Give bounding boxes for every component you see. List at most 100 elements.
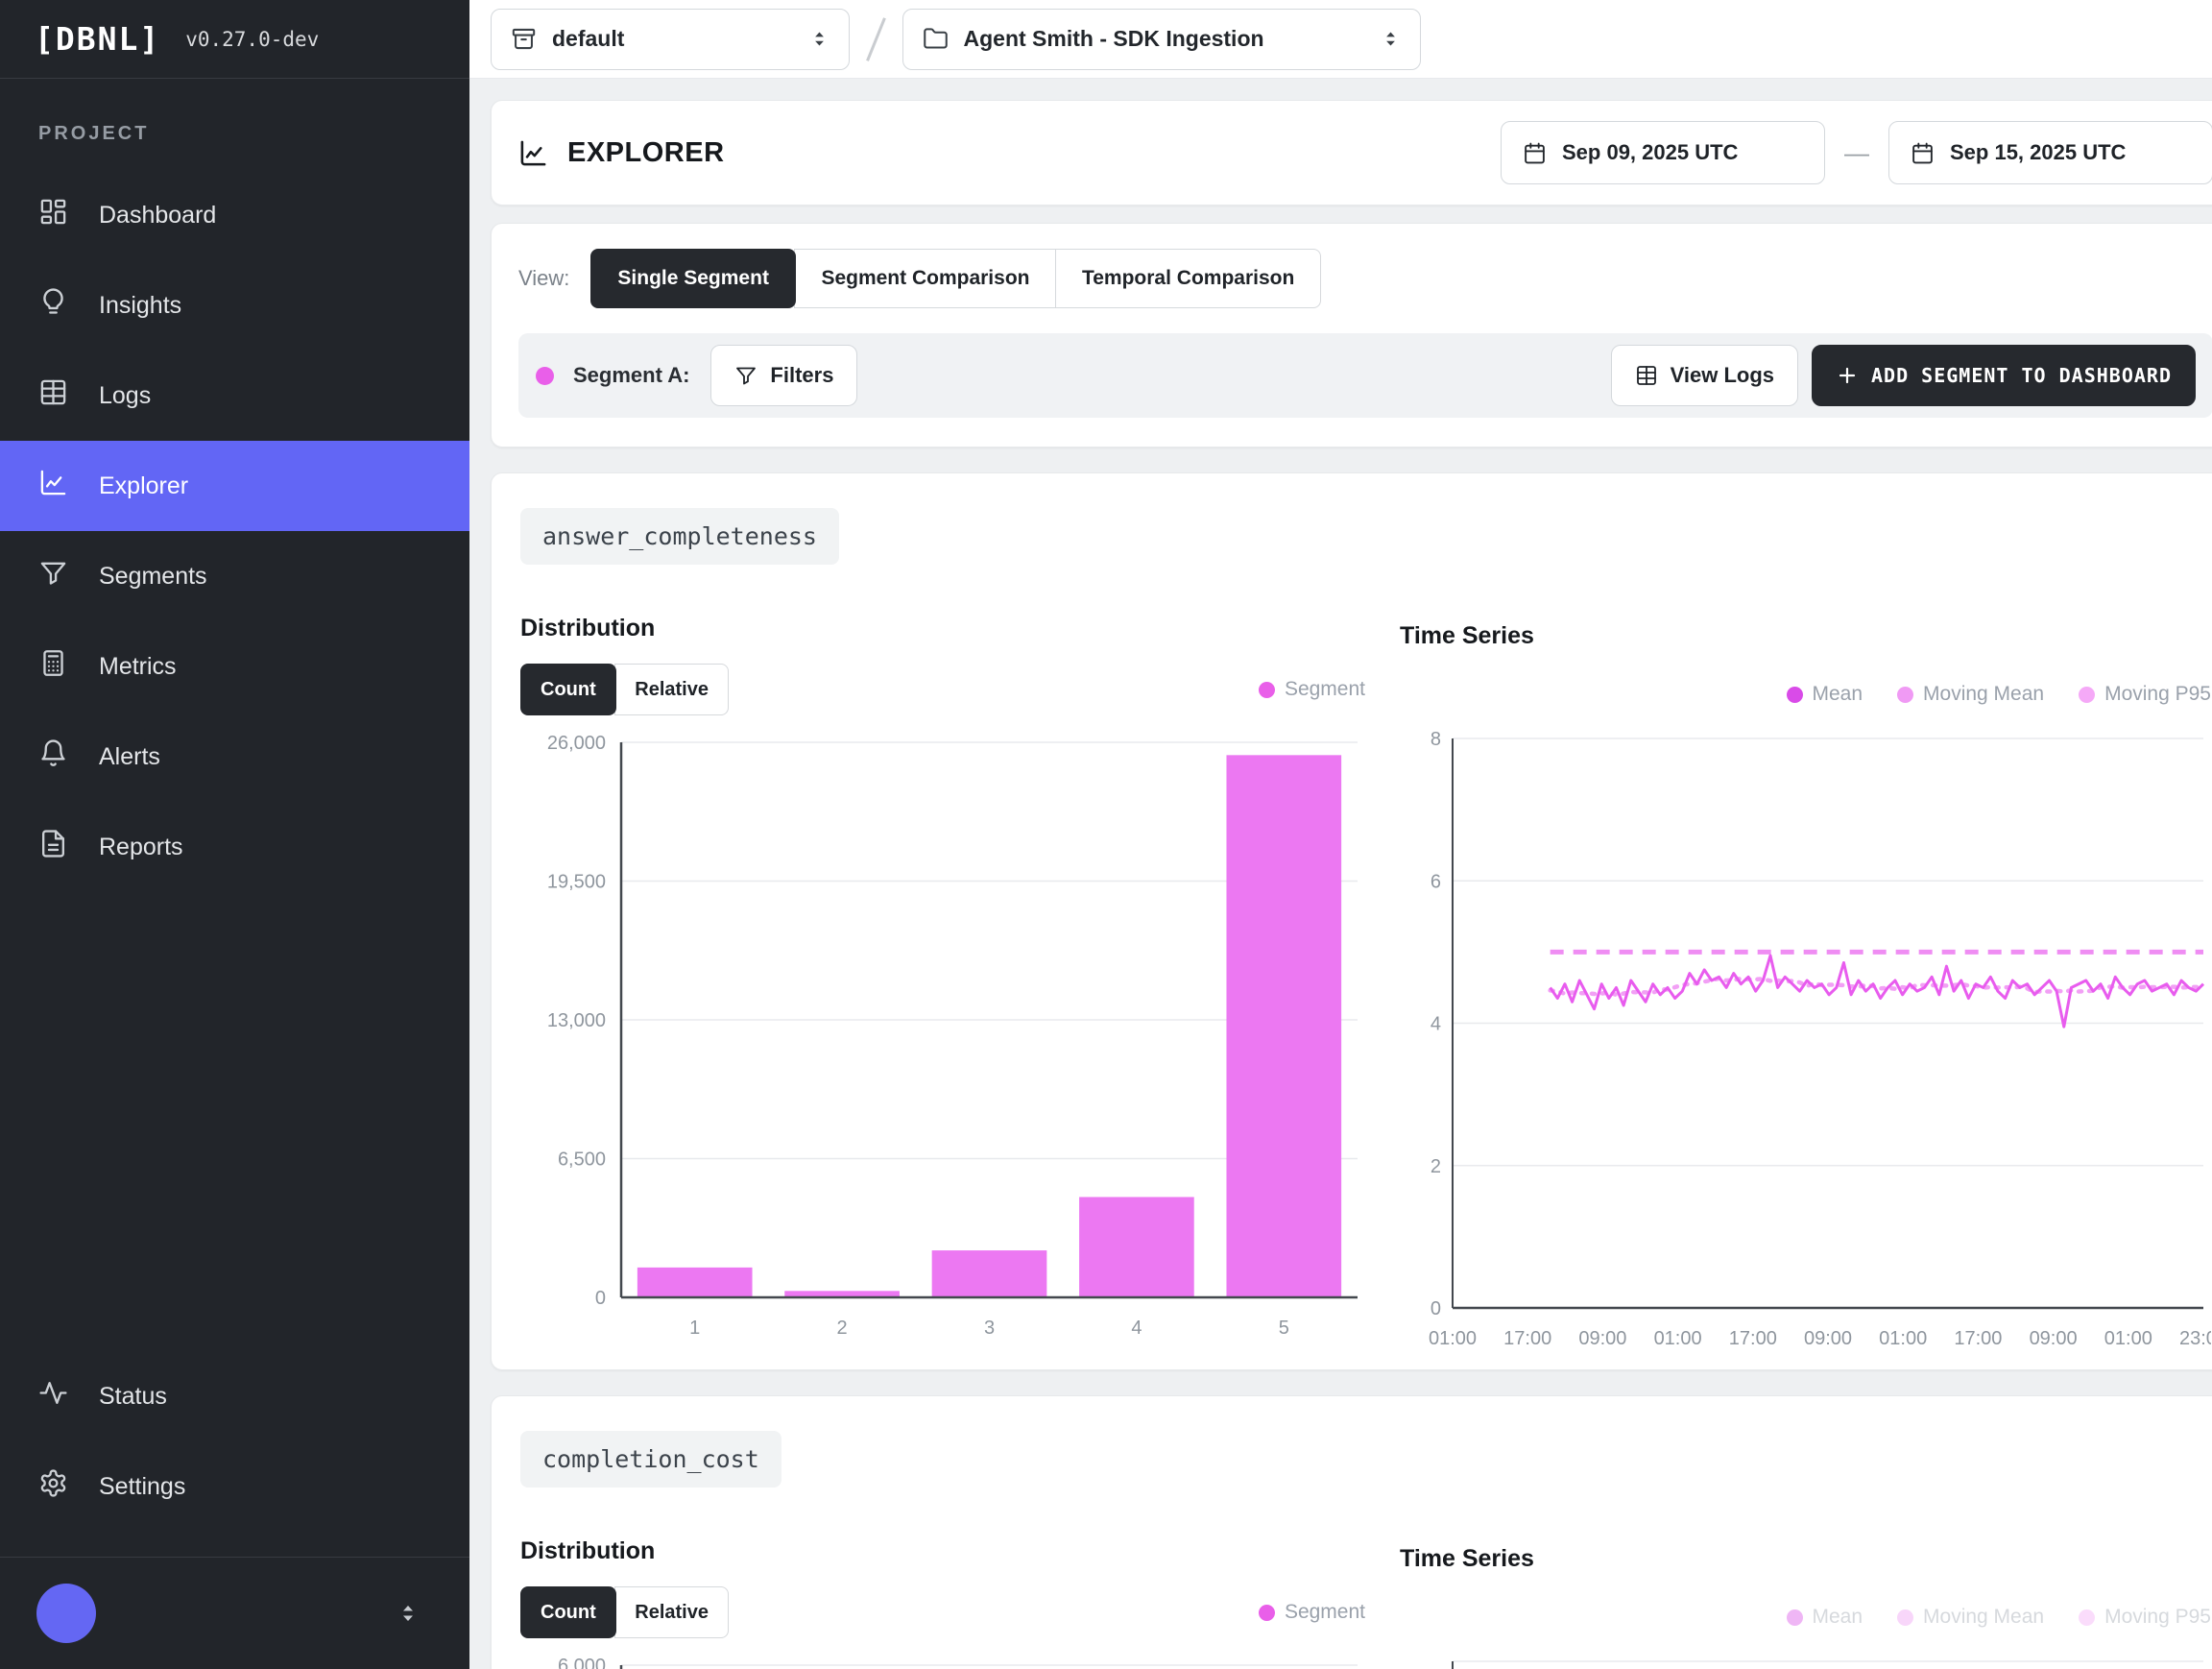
dbnl-logo: [DBNL] — [35, 20, 160, 58]
sidebar-footer: Status Settings — [0, 1351, 469, 1669]
svg-text:17:00: 17:00 — [1503, 1328, 1551, 1349]
time-series-column: Time Series Mean Moving Mean Moving P95 … — [1388, 615, 2211, 1356]
legend-moving-p95[interactable]: Moving P95 — [2079, 1606, 2211, 1629]
sidebar-item-dashboard[interactable]: Dashboard — [0, 170, 469, 260]
view-logs-button-label: View Logs — [1671, 363, 1774, 388]
calendar-icon — [1911, 141, 1935, 165]
funnel-icon — [38, 558, 68, 594]
view-tab-group: Single Segment Segment Comparison Tempor… — [590, 249, 1321, 308]
funnel-icon — [734, 364, 757, 387]
run-select[interactable]: Agent Smith - SDK Ingestion — [902, 9, 1421, 70]
sidebar-item-logs[interactable]: Logs — [0, 351, 469, 441]
segment-legend-dot — [1259, 682, 1275, 698]
svg-text:19,500: 19,500 — [547, 872, 606, 893]
header-title: EXPLORER — [518, 137, 725, 169]
svg-text:6,000: 6,000 — [558, 1656, 606, 1669]
version-label: v0.27.0-dev — [185, 28, 319, 51]
segment-legend[interactable]: Segment — [1259, 1601, 1365, 1624]
svg-text:01:00: 01:00 — [2104, 1328, 2152, 1349]
svg-text:4: 4 — [1131, 1318, 1142, 1339]
view-logs-button[interactable]: View Logs — [1611, 345, 1798, 406]
user-row[interactable] — [0, 1558, 469, 1669]
svg-text:17:00: 17:00 — [1729, 1328, 1777, 1349]
svg-text:3: 3 — [984, 1318, 995, 1339]
table-icon — [1635, 364, 1658, 387]
legend-moving-p95[interactable]: Moving P95 — [2079, 683, 2211, 706]
chart-line-icon — [518, 138, 548, 168]
sidebar-item-explorer[interactable]: Explorer — [0, 441, 469, 531]
distribution-chart: 06,50013,00019,50026,00012345 — [520, 729, 1365, 1343]
topbar: default Agent Smith - SDK Ingestion — [469, 0, 2212, 79]
legend-mean[interactable]: Mean — [1787, 683, 1863, 706]
filters-button[interactable]: Filters — [710, 345, 857, 406]
date-end-value: Sep 15, 2025 UTC — [1950, 140, 2126, 165]
sidebar-item-reports[interactable]: Reports — [0, 802, 469, 892]
sidebar-item-metrics[interactable]: Metrics — [0, 621, 469, 712]
lightbulb-icon — [38, 287, 68, 324]
toggle-relative[interactable]: Relative — [614, 664, 729, 715]
mean-legend-label: Mean — [1813, 683, 1863, 706]
moving-p95-legend-label: Moving P95 — [2104, 1606, 2211, 1629]
page-title: EXPLORER — [567, 137, 725, 169]
svg-text:6,500: 6,500 — [558, 1149, 606, 1171]
sidebar-item-status[interactable]: Status — [0, 1351, 469, 1441]
sidebar-item-settings[interactable]: Settings — [0, 1441, 469, 1532]
moving-mean-legend-dot — [1897, 687, 1913, 703]
sidebar-item-alerts[interactable]: Alerts — [0, 712, 469, 802]
toggle-relative[interactable]: Relative — [614, 1586, 729, 1638]
folder-icon — [923, 26, 949, 52]
sidebar-item-label: Logs — [99, 382, 151, 410]
sidebar-item-label: Alerts — [99, 743, 160, 771]
date-end-input[interactable]: Sep 15, 2025 UTC — [1888, 121, 2212, 184]
time-series-heading: Time Series — [1400, 622, 2211, 650]
tab-single-segment[interactable]: Single Segment — [590, 249, 796, 308]
plus-icon — [1836, 364, 1859, 387]
distribution-column: Distribution Count Relative Segment 0 — [520, 615, 1365, 1356]
sidebar-item-label: Segments — [99, 563, 207, 591]
moving-mean-legend-dot — [1897, 1609, 1913, 1626]
add-segment-button-label: ADD SEGMENT TO DASHBOARD — [1871, 364, 2172, 387]
moving-mean-legend-label: Moving Mean — [1923, 1606, 2044, 1629]
time-series-chart — [1400, 1650, 2211, 1669]
svg-text:13,000: 13,000 — [547, 1010, 606, 1031]
svg-text:0: 0 — [1431, 1298, 1441, 1319]
svg-text:23:00: 23:00 — [2179, 1328, 2211, 1349]
legend-moving-mean[interactable]: Moving Mean — [1897, 1606, 2044, 1629]
project-select[interactable]: default — [491, 9, 850, 70]
sidebar-item-label: Metrics — [99, 653, 177, 681]
time-series-heading: Time Series — [1400, 1545, 2211, 1573]
metric-card-answer-completeness: answer_completeness Distribution Count R… — [491, 472, 2212, 1370]
moving-p95-legend-dot — [2079, 687, 2095, 703]
avatar[interactable] — [36, 1584, 96, 1643]
sidebar-item-label: Reports — [99, 834, 183, 861]
legend-moving-mean[interactable]: Moving Mean — [1897, 683, 2044, 706]
activity-icon — [38, 1378, 68, 1415]
svg-text:8: 8 — [1431, 729, 1441, 750]
metric-name-pill: answer_completeness — [520, 508, 839, 565]
main-area: default Agent Smith - SDK Ingestion EXPL… — [469, 0, 2212, 1669]
archive-icon — [511, 26, 537, 52]
tab-temporal-comparison[interactable]: Temporal Comparison — [1055, 249, 1321, 308]
logo-row: [DBNL] v0.27.0-dev — [0, 0, 469, 79]
date-start-input[interactable]: Sep 09, 2025 UTC — [1501, 121, 1825, 184]
add-segment-to-dashboard-button[interactable]: ADD SEGMENT TO DASHBOARD — [1812, 345, 2196, 406]
svg-text:5: 5 — [1279, 1318, 1289, 1339]
sorter-icon — [809, 29, 830, 49]
segment-legend[interactable]: Segment — [1259, 678, 1365, 701]
toggle-count[interactable]: Count — [520, 664, 616, 715]
svg-text:01:00: 01:00 — [1429, 1328, 1477, 1349]
sidebar: [DBNL] v0.27.0-dev PROJECT Dashboard Ins… — [0, 0, 469, 1669]
time-series-chart: 0246801:0017:0009:0001:0017:0009:0001:00… — [1400, 727, 2211, 1356]
sidebar-item-segments[interactable]: Segments — [0, 531, 469, 621]
tab-segment-comparison[interactable]: Segment Comparison — [794, 249, 1056, 308]
run-select-value: Agent Smith - SDK Ingestion — [964, 26, 1361, 52]
svg-text:17:00: 17:00 — [1954, 1328, 2002, 1349]
toggle-count[interactable]: Count — [520, 1586, 616, 1638]
sidebar-item-label: Settings — [99, 1473, 185, 1501]
bell-icon — [38, 738, 68, 775]
view-label: View: — [518, 266, 569, 291]
segment-legend-dot — [1259, 1605, 1275, 1621]
metric-card-completion-cost: completion_cost Distribution Count Relat… — [491, 1395, 2212, 1669]
sidebar-item-insights[interactable]: Insights — [0, 260, 469, 351]
legend-mean[interactable]: Mean — [1787, 1606, 1863, 1629]
